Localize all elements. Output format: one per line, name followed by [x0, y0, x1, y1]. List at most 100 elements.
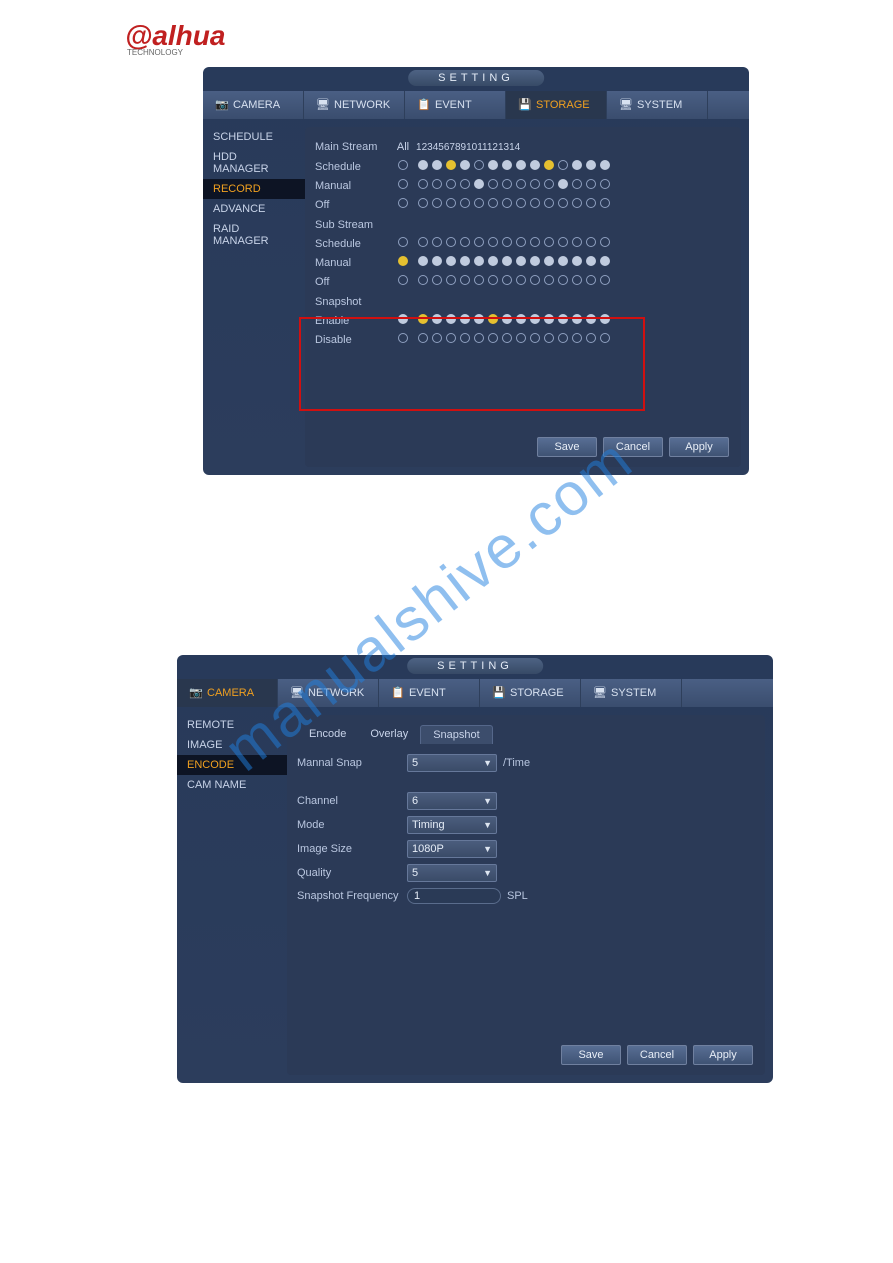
- channel-radio[interactable]: [486, 179, 500, 192]
- channel-radio[interactable]: [514, 256, 528, 269]
- radio-button[interactable]: [558, 237, 568, 247]
- radio-button[interactable]: [474, 275, 484, 285]
- radio-button[interactable]: [418, 256, 428, 266]
- radio-button[interactable]: [572, 256, 582, 266]
- radio-button[interactable]: [586, 160, 596, 170]
- tab-event[interactable]: 📋EVENT: [405, 91, 506, 119]
- radio-button[interactable]: [586, 256, 596, 266]
- radio-button[interactable]: [460, 160, 470, 170]
- radio-button[interactable]: [572, 237, 582, 247]
- radio-button[interactable]: [502, 237, 512, 247]
- channel-radio[interactable]: [598, 179, 612, 192]
- channel-radio[interactable]: [542, 179, 556, 192]
- all-radio[interactable]: [390, 179, 416, 192]
- radio-button[interactable]: [544, 256, 554, 266]
- channel-radio[interactable]: [584, 237, 598, 250]
- channel-radio[interactable]: [542, 198, 556, 211]
- radio-button[interactable]: [600, 275, 610, 285]
- tab-system[interactable]: 🖥SYSTEM: [607, 91, 708, 119]
- radio-button[interactable]: [432, 237, 442, 247]
- channel-radio[interactable]: [416, 198, 430, 211]
- channel-radio[interactable]: [514, 160, 528, 173]
- radio-button[interactable]: [398, 237, 408, 247]
- channel-radio[interactable]: [514, 179, 528, 192]
- channel-radio[interactable]: [584, 256, 598, 269]
- radio-button[interactable]: [398, 179, 408, 189]
- radio-button[interactable]: [418, 198, 428, 208]
- radio-button[interactable]: [474, 237, 484, 247]
- channel-radio[interactable]: [556, 237, 570, 250]
- sidebar-item-cam-name[interactable]: CAM NAME: [177, 775, 287, 795]
- radio-button[interactable]: [446, 160, 456, 170]
- tab-storage[interactable]: 💾STORAGE: [506, 91, 607, 119]
- radio-button[interactable]: [502, 256, 512, 266]
- radio-button[interactable]: [418, 275, 428, 285]
- radio-button[interactable]: [530, 179, 540, 189]
- radio-button[interactable]: [432, 179, 442, 189]
- channel-radio[interactable]: [444, 256, 458, 269]
- radio-button[interactable]: [502, 160, 512, 170]
- radio-button[interactable]: [600, 179, 610, 189]
- radio-button[interactable]: [600, 237, 610, 247]
- channel-radio[interactable]: [500, 275, 514, 288]
- radio-button[interactable]: [558, 179, 568, 189]
- radio-button[interactable]: [474, 256, 484, 266]
- tab-event[interactable]: 📋EVENT: [379, 679, 480, 707]
- radio-button[interactable]: [572, 275, 582, 285]
- all-radio[interactable]: [390, 256, 416, 269]
- radio-button[interactable]: [558, 275, 568, 285]
- subtab-overlay[interactable]: Overlay: [358, 725, 420, 744]
- radio-button[interactable]: [558, 160, 568, 170]
- radio-button[interactable]: [488, 198, 498, 208]
- radio-button[interactable]: [446, 179, 456, 189]
- channel-radio[interactable]: [556, 179, 570, 192]
- save-button[interactable]: Save: [561, 1045, 621, 1065]
- radio-button[interactable]: [544, 179, 554, 189]
- channel-radio[interactable]: [556, 275, 570, 288]
- sidebar-item-advance[interactable]: ADVANCE: [203, 199, 305, 219]
- all-radio[interactable]: [390, 160, 416, 173]
- radio-button[interactable]: [488, 275, 498, 285]
- radio-button[interactable]: [460, 237, 470, 247]
- tab-camera[interactable]: 📷CAMERA: [203, 91, 304, 119]
- sidebar-item-schedule[interactable]: SCHEDULE: [203, 127, 305, 147]
- channel-radio[interactable]: [472, 179, 486, 192]
- radio-button[interactable]: [432, 198, 442, 208]
- radio-button[interactable]: [530, 160, 540, 170]
- radio-button[interactable]: [544, 160, 554, 170]
- radio-button[interactable]: [432, 275, 442, 285]
- radio-button[interactable]: [488, 179, 498, 189]
- all-radio[interactable]: [390, 198, 416, 211]
- radio-button[interactable]: [502, 198, 512, 208]
- radio-button[interactable]: [488, 160, 498, 170]
- channel-radio[interactable]: [542, 256, 556, 269]
- channel-radio[interactable]: [500, 237, 514, 250]
- radio-button[interactable]: [432, 256, 442, 266]
- radio-button[interactable]: [544, 237, 554, 247]
- channel-radio[interactable]: [500, 179, 514, 192]
- channel-radio[interactable]: [542, 237, 556, 250]
- channel-radio[interactable]: [556, 160, 570, 173]
- sidebar-item-image[interactable]: IMAGE: [177, 735, 287, 755]
- channel-radio[interactable]: [472, 275, 486, 288]
- channel-radio[interactable]: [598, 160, 612, 173]
- radio-button[interactable]: [418, 179, 428, 189]
- channel-radio[interactable]: [458, 160, 472, 173]
- channel-radio[interactable]: [598, 275, 612, 288]
- radio-button[interactable]: [446, 275, 456, 285]
- channel-radio[interactable]: [458, 256, 472, 269]
- radio-button[interactable]: [398, 160, 408, 170]
- radio-button[interactable]: [600, 160, 610, 170]
- channel-radio[interactable]: [570, 275, 584, 288]
- radio-button[interactable]: [398, 256, 408, 266]
- subtab-snapshot[interactable]: Snapshot: [420, 725, 492, 744]
- channel-radio[interactable]: [598, 237, 612, 250]
- channel-radio[interactable]: [430, 275, 444, 288]
- channel-radio[interactable]: [472, 256, 486, 269]
- apply-button[interactable]: Apply: [669, 437, 729, 457]
- channel-radio[interactable]: [598, 198, 612, 211]
- radio-button[interactable]: [516, 160, 526, 170]
- apply-button[interactable]: Apply: [693, 1045, 753, 1065]
- channel-radio[interactable]: [542, 160, 556, 173]
- tab-storage[interactable]: 💾STORAGE: [480, 679, 581, 707]
